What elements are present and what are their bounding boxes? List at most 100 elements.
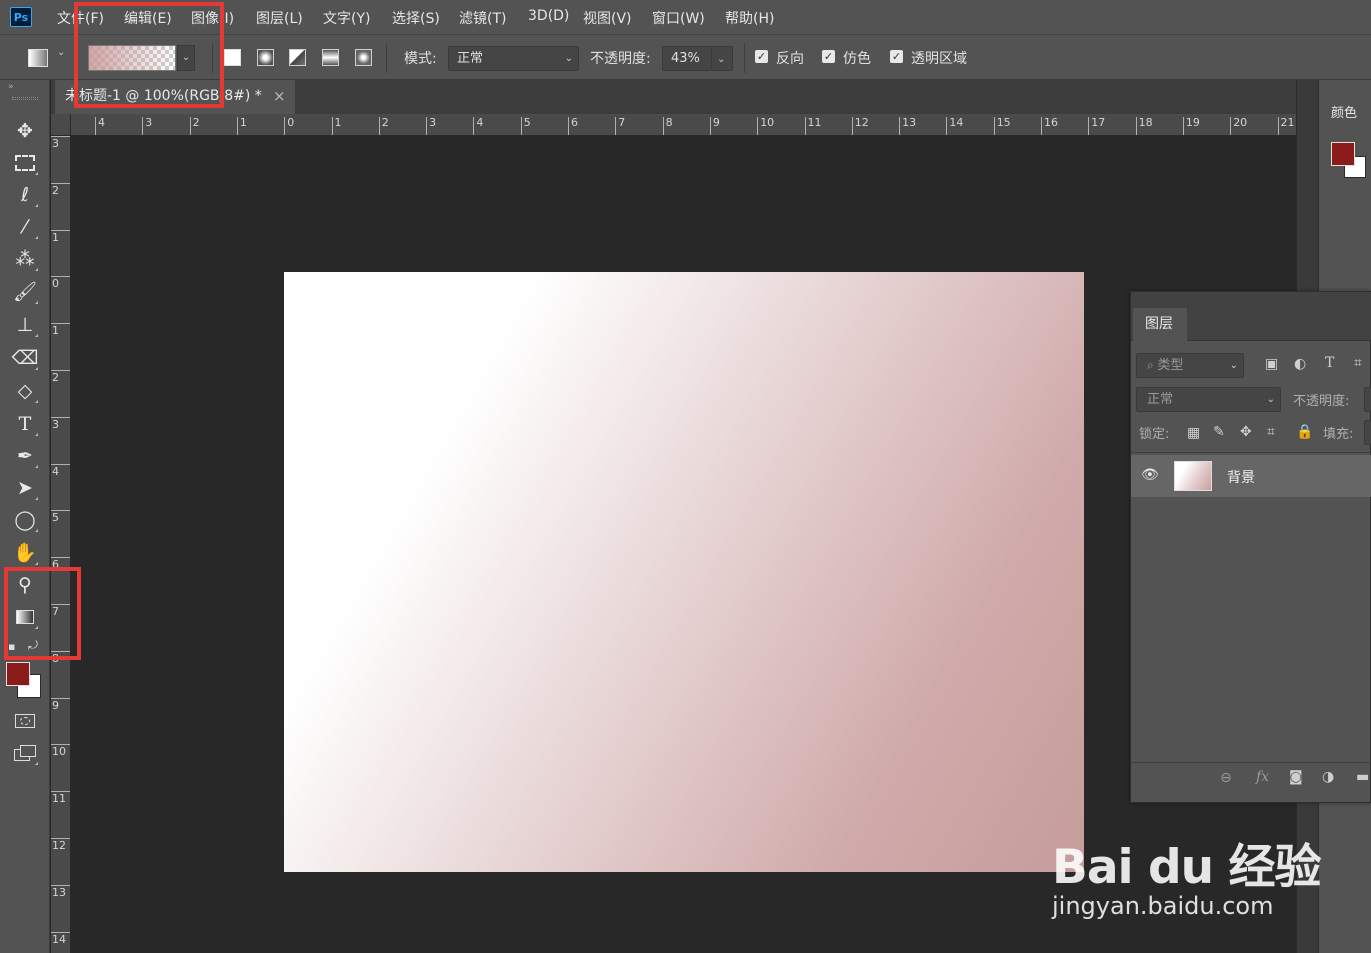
menu-view[interactable]: 视图(V) bbox=[583, 8, 632, 28]
opacity-dropdown[interactable]: ⌄ bbox=[711, 46, 733, 71]
add-mask-icon[interactable]: ◙ bbox=[1289, 769, 1303, 785]
ruler-tick-label: 4 bbox=[473, 117, 483, 135]
divider bbox=[744, 43, 745, 73]
ruler-tick-label: 12 bbox=[851, 117, 869, 135]
linear-gradient-button[interactable] bbox=[224, 49, 241, 66]
close-icon[interactable]: × bbox=[273, 80, 286, 113]
lasso-tool-icon[interactable]: ℓ bbox=[11, 182, 39, 208]
opacity-input[interactable]: 43% bbox=[662, 46, 712, 71]
ruler-origin[interactable] bbox=[51, 114, 71, 136]
document-tab-bar: 未标题-1 @ 100%(RGB/8#) * × bbox=[51, 80, 1316, 114]
diamond-gradient-button[interactable] bbox=[355, 49, 372, 66]
menu-layer[interactable]: 图层(L) bbox=[256, 8, 303, 28]
ps-logo-icon: Ps bbox=[10, 7, 32, 27]
lock-artboard-icon[interactable]: ⌗ bbox=[1267, 424, 1275, 440]
ruler-tick-label: 15 bbox=[993, 117, 1011, 135]
menu-3d[interactable]: 3D(D) bbox=[528, 8, 569, 24]
layer-name[interactable]: 背景 bbox=[1227, 467, 1255, 487]
chevron-down-icon: ⌄ bbox=[1266, 394, 1275, 405]
transparency-label: 透明区域 bbox=[911, 51, 967, 67]
layer-opacity-input[interactable] bbox=[1364, 387, 1371, 412]
hand-tool-icon[interactable]: ✋ bbox=[11, 540, 39, 566]
ruler-tick-label: 17 bbox=[1088, 117, 1105, 135]
ruler-tick-label: 11 bbox=[804, 117, 822, 135]
ruler-tick-label: 1 bbox=[51, 323, 70, 337]
fx-icon[interactable]: fx bbox=[1256, 769, 1269, 785]
ruler-tick-label: 19 bbox=[1182, 117, 1200, 135]
magic-wand-tool-icon[interactable]: ⁄ bbox=[11, 214, 39, 240]
ruler-tick-label: 2 bbox=[51, 182, 70, 197]
adjustment-layer-icon[interactable]: ◑ bbox=[1322, 769, 1334, 785]
eye-icon[interactable]: 👁 bbox=[1141, 467, 1159, 483]
ruler-tick-label: 1 bbox=[236, 117, 247, 135]
ruler-tick-label: 3 bbox=[426, 117, 436, 135]
lock-pixels-icon[interactable]: ✎ bbox=[1213, 424, 1225, 440]
new-group-icon[interactable]: ▬ bbox=[1356, 769, 1369, 785]
ruler-tick-label: 13 bbox=[899, 117, 916, 135]
radial-gradient-button[interactable] bbox=[257, 49, 274, 66]
panel-foreground-swatch[interactable] bbox=[1331, 142, 1355, 166]
stamp-tool-icon[interactable]: ⊥ bbox=[11, 312, 39, 338]
ruler-tick-label: 16 bbox=[1041, 117, 1058, 135]
type-filter-icon[interactable]: T bbox=[1325, 355, 1334, 371]
menu-type[interactable]: 文字(Y) bbox=[323, 8, 370, 28]
panel-grip[interactable] bbox=[12, 97, 38, 100]
paint-bucket-tool-icon[interactable]: ◇ bbox=[11, 378, 39, 404]
ruler-tick-label: 21 bbox=[1277, 117, 1295, 135]
pen-tool-icon[interactable]: ✒ bbox=[11, 443, 39, 469]
ruler-tick-label: 0 bbox=[51, 276, 70, 290]
eraser-tool-icon[interactable]: ⌫ bbox=[11, 345, 39, 371]
menu-filter[interactable]: 滤镜(T) bbox=[459, 8, 506, 28]
chevron-down-icon[interactable]: ⌄ bbox=[57, 47, 65, 58]
lock-position-icon[interactable]: ✥ bbox=[1240, 424, 1252, 440]
mode-select[interactable]: 正常 ⌄ bbox=[448, 46, 579, 71]
link-layers-icon[interactable]: ⊖ bbox=[1220, 770, 1232, 786]
chevron-down-icon: ⌄ bbox=[717, 54, 726, 65]
menu-select[interactable]: 选择(S) bbox=[392, 8, 440, 28]
move-tool-icon[interactable]: ✥ bbox=[11, 118, 39, 144]
quick-mask-icon[interactable] bbox=[11, 708, 39, 734]
angle-gradient-button[interactable] bbox=[289, 49, 306, 66]
layer-thumbnail bbox=[1174, 461, 1212, 491]
mode-value: 正常 bbox=[457, 51, 484, 66]
horizontal-ruler[interactable]: 4 3 2 1 0 1 2 3 4 5 6 7 8 9 10 11 12 13 14 15 16 17 18 19 20 21 bbox=[71, 114, 1296, 136]
ruler-tick-label: 0 bbox=[284, 117, 294, 135]
path-select-tool-icon[interactable]: ➤ bbox=[11, 475, 39, 501]
lock-transparency-icon[interactable]: ▦ bbox=[1187, 425, 1200, 441]
dither-checkbox[interactable]: ✓ bbox=[822, 50, 835, 63]
shape-filter-icon[interactable]: ⌗ bbox=[1354, 355, 1362, 371]
layer-filter-select[interactable]: ⌕ 类型 ⌄ bbox=[1136, 353, 1244, 378]
ruler-tick-label: 11 bbox=[51, 791, 70, 805]
menu-help[interactable]: 帮助(H) bbox=[725, 8, 774, 28]
menu-window[interactable]: 窗口(W) bbox=[652, 8, 705, 28]
layer-row[interactable]: 👁 背景 bbox=[1131, 455, 1371, 497]
color-panel-tab[interactable]: 颜色 bbox=[1331, 102, 1357, 121]
highlight-gradient-tool bbox=[4, 567, 81, 660]
gradient-tool-preset-icon[interactable] bbox=[28, 49, 48, 67]
adjustment-filter-icon[interactable]: ◐ bbox=[1294, 356, 1306, 372]
type-tool-icon[interactable]: T bbox=[11, 411, 39, 437]
foreground-color-swatch[interactable] bbox=[6, 662, 30, 686]
reflected-gradient-button[interactable] bbox=[322, 49, 339, 66]
eyedropper-tool-icon[interactable]: ⁂ bbox=[11, 246, 39, 272]
ruler-tick-label: 2 bbox=[189, 117, 200, 135]
ellipse-tool-icon[interactable]: ◯ bbox=[11, 507, 39, 533]
blend-mode-select[interactable]: 正常 ⌄ bbox=[1136, 387, 1281, 412]
ruler-tick-label: 5 bbox=[520, 117, 531, 135]
reverse-checkbox[interactable]: ✓ bbox=[755, 50, 768, 63]
brush-tool-icon[interactable]: 🖌 bbox=[11, 279, 39, 305]
image-filter-icon[interactable]: ▣ bbox=[1265, 356, 1278, 372]
vertical-ruler[interactable]: 3 2 1 0 1 2 3 4 5 6 7 8 9 10 11 12 13 14 bbox=[51, 136, 71, 953]
layers-tab[interactable]: 图层 bbox=[1133, 308, 1187, 341]
fill-input[interactable] bbox=[1364, 420, 1371, 445]
ruler-tick-label: 2 bbox=[51, 370, 70, 384]
document-canvas[interactable] bbox=[284, 272, 1084, 872]
ruler-tick-label: 9 bbox=[51, 697, 70, 712]
lock-all-icon[interactable]: 🔒 bbox=[1296, 424, 1313, 440]
ruler-tick-label: 6 bbox=[568, 117, 578, 135]
panel-collapse-icon[interactable]: » bbox=[8, 82, 14, 92]
transparency-checkbox[interactable]: ✓ bbox=[890, 50, 903, 63]
screen-mode-icon[interactable] bbox=[11, 740, 39, 766]
ruler-tick-label: 4 bbox=[51, 463, 70, 478]
marquee-tool-icon[interactable] bbox=[11, 150, 39, 176]
